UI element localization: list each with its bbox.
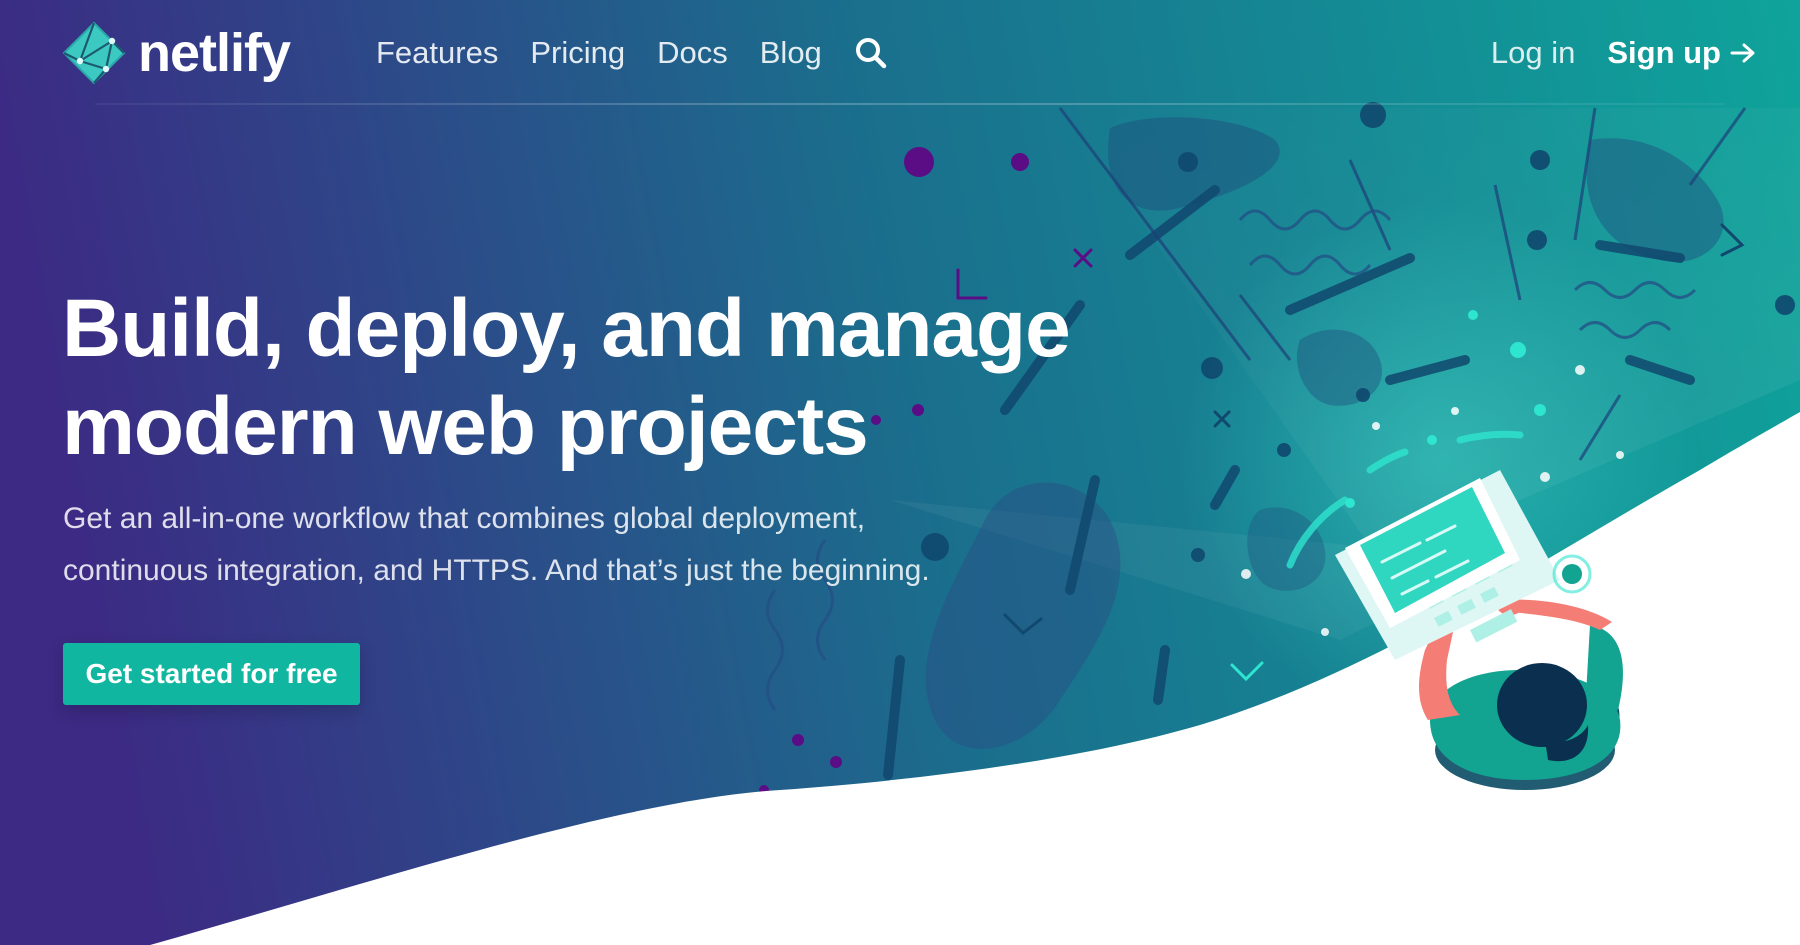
signup-label: Sign up — [1607, 35, 1721, 70]
get-started-button[interactable]: Get started for free — [63, 643, 360, 705]
hero-section: netlify Features Pricing Docs Blog Log i… — [0, 0, 1800, 945]
signup-link[interactable]: Sign up — [1607, 34, 1756, 72]
primary-nav-links: Features Pricing Docs Blog — [376, 34, 888, 72]
login-link[interactable]: Log in — [1491, 34, 1575, 72]
account-links: Log in Sign up — [1491, 34, 1756, 72]
nav-divider — [95, 103, 1725, 105]
arrow-right-icon — [1730, 43, 1755, 63]
nav-link-pricing[interactable]: Pricing — [530, 34, 625, 72]
brand-name: netlify — [138, 23, 291, 83]
nav-link-features[interactable]: Features — [376, 34, 498, 72]
top-navigation: netlify Features Pricing Docs Blog Log i… — [0, 0, 1800, 108]
search-icon[interactable] — [854, 36, 888, 70]
nav-link-docs[interactable]: Docs — [657, 34, 728, 72]
nav-link-blog[interactable]: Blog — [760, 34, 822, 72]
hero-subhead: Get an all-in-one workflow that combines… — [63, 502, 930, 587]
netlify-diamond-icon — [62, 21, 126, 85]
netlify-logo-link[interactable]: netlify — [62, 20, 291, 86]
hero-headline: Build, deploy, and manage modern web pro… — [62, 283, 1071, 472]
